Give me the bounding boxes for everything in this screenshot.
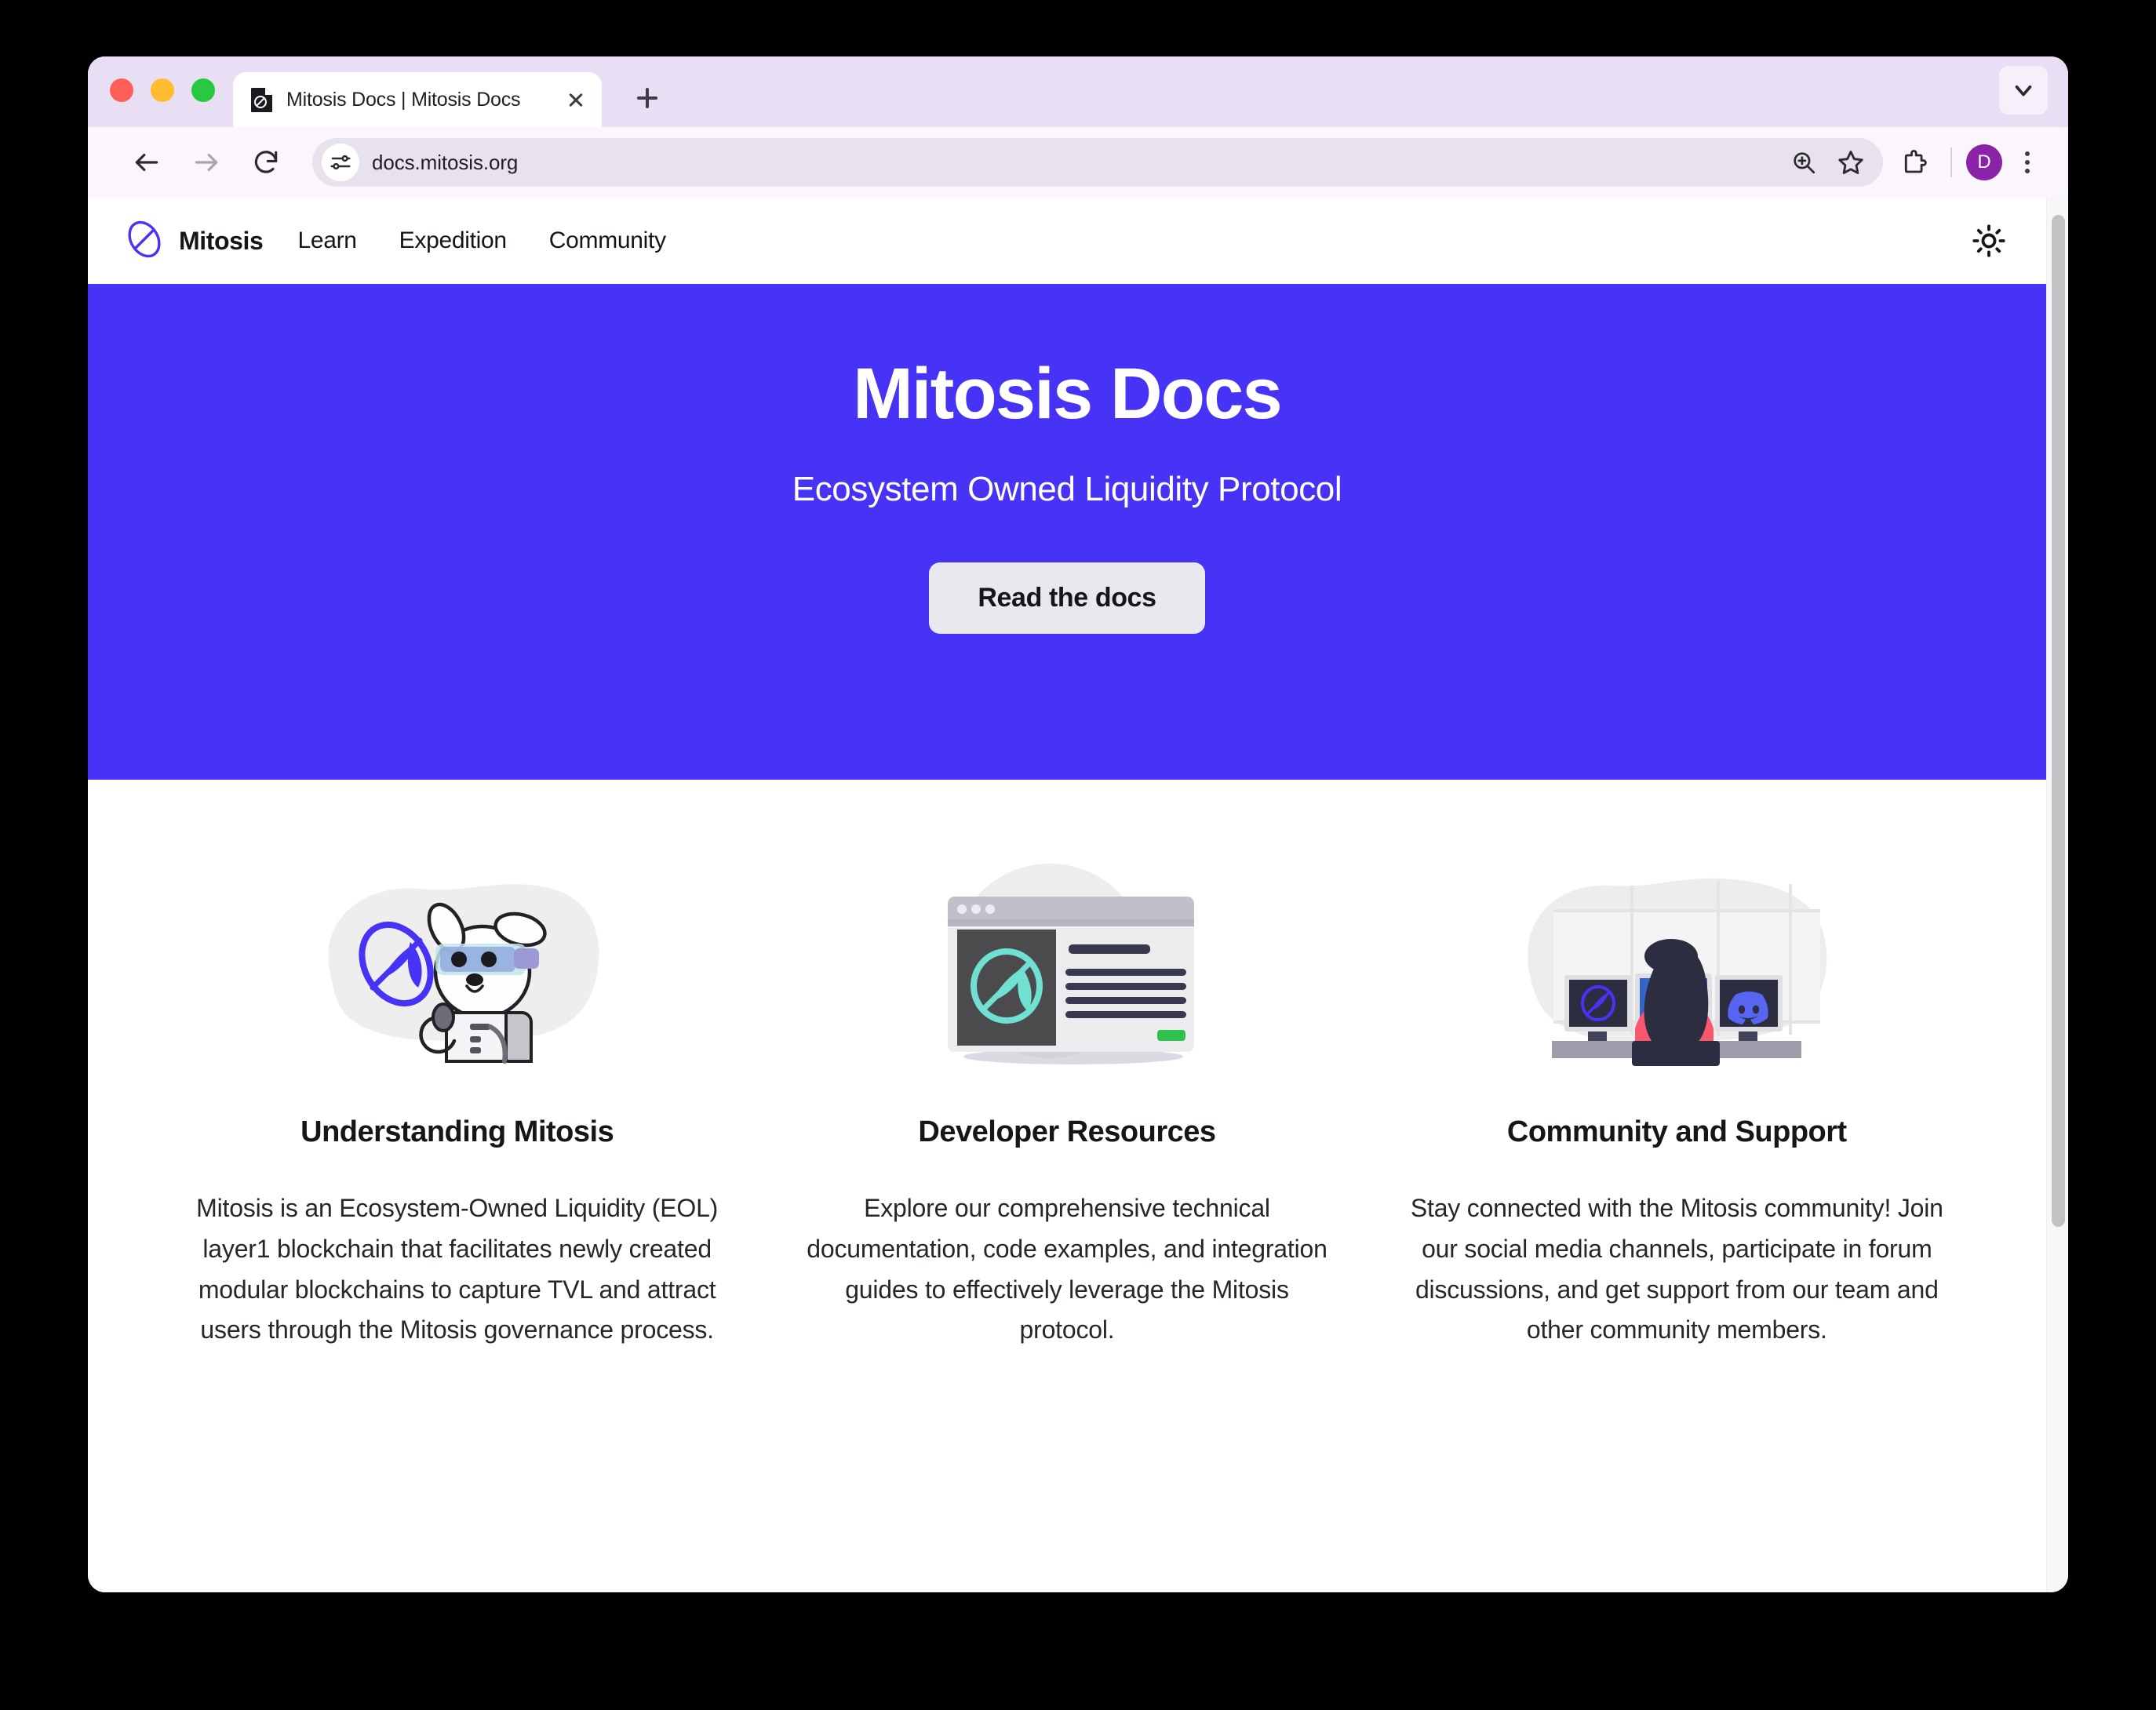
- site-header: Mitosis Learn Expedition Community: [88, 198, 2046, 284]
- arrow-left-icon[interactable]: [122, 138, 171, 187]
- feature-card-body: Mitosis is an Ecosystem-Owned Liquidity …: [196, 1194, 719, 1344]
- browser-window: Mitosis Docs | Mitosis Docs docs.mitosis…: [88, 56, 2068, 1592]
- tune-settings-icon[interactable]: [322, 144, 359, 181]
- page-title: Mitosis Docs: [853, 354, 1283, 434]
- nav-item-community[interactable]: Community: [549, 227, 666, 254]
- browser-tab[interactable]: Mitosis Docs | Mitosis Docs: [233, 72, 602, 127]
- feature-card-developer-resources: Developer Resources Explore our comprehe…: [776, 852, 1357, 1351]
- read-the-docs-button[interactable]: Read the docs: [929, 562, 1205, 634]
- reload-icon[interactable]: [242, 138, 290, 187]
- page-viewport: Mitosis Learn Expedition Community Mitos…: [88, 198, 2068, 1592]
- site-nav: Learn Expedition Community: [297, 227, 666, 254]
- address-bar-actions: [1783, 141, 1872, 184]
- mitosis-logo-icon: [124, 219, 165, 264]
- puzzle-piece-icon[interactable]: [1894, 141, 1936, 184]
- window-traffic-lights: [110, 78, 215, 102]
- document-icon: [250, 87, 274, 112]
- plus-icon[interactable]: [629, 80, 665, 116]
- hero-section: Mitosis Docs Ecosystem Owned Liquidity P…: [88, 284, 2046, 780]
- address-bar[interactable]: docs.mitosis.org: [312, 138, 1883, 187]
- dog-mascot-vr-goggles-illustration: [166, 852, 748, 1071]
- arrow-right-icon[interactable]: [182, 138, 231, 187]
- three-dots-vertical-icon[interactable]: [2005, 140, 2049, 184]
- feature-card-title: Community and Support: [1506, 1115, 1847, 1148]
- avatar[interactable]: D: [1966, 144, 2002, 180]
- maximize-window-button[interactable]: [191, 78, 215, 102]
- tab-strip: Mitosis Docs | Mitosis Docs: [88, 56, 2068, 127]
- minimize-window-button[interactable]: [151, 78, 174, 102]
- sun-icon[interactable]: [1966, 218, 2012, 264]
- chevron-down-icon[interactable]: [1999, 66, 2048, 115]
- page-content: Mitosis Learn Expedition Community Mitos…: [88, 198, 2046, 1592]
- feature-card-title: Developer Resources: [918, 1115, 1216, 1148]
- close-icon[interactable]: [564, 88, 588, 111]
- feature-card-understanding-mitosis: Understanding Mitosis Mitosis is an Ecos…: [166, 852, 748, 1351]
- browser-window-documentation-illustration: [776, 852, 1357, 1071]
- page-scrollbar-thumb[interactable]: [2052, 215, 2065, 1227]
- toolbar-right-actions: D: [1894, 140, 2049, 184]
- page-scrollbar[interactable]: [2046, 198, 2068, 1592]
- browser-tab-title: Mitosis Docs | Mitosis Docs: [286, 88, 521, 111]
- zoom-in-icon[interactable]: [1783, 141, 1825, 184]
- close-window-button[interactable]: [110, 78, 133, 102]
- feature-card-title: Understanding Mitosis: [300, 1115, 614, 1148]
- brand-home-link[interactable]: Mitosis: [124, 219, 264, 264]
- hero-subtitle: Ecosystem Owned Liquidity Protocol: [792, 469, 1342, 508]
- nav-item-learn[interactable]: Learn: [297, 227, 357, 254]
- feature-card-community-and-support: Community and Support Stay connected wit…: [1386, 852, 1968, 1351]
- star-icon[interactable]: [1830, 141, 1872, 184]
- brand-name: Mitosis: [179, 226, 264, 255]
- feature-card-body: Stay connected with the Mitosis communit…: [1410, 1194, 1943, 1344]
- toolbar-divider: [1950, 147, 1952, 177]
- feature-cards-section: Understanding Mitosis Mitosis is an Ecos…: [88, 780, 2046, 1352]
- feature-card-body: Explore our comprehensive technical docu…: [807, 1194, 1327, 1344]
- nav-item-expedition[interactable]: Expedition: [399, 227, 507, 254]
- address-bar-url[interactable]: docs.mitosis.org: [372, 151, 1770, 175]
- browser-toolbar: docs.mitosis.org D: [88, 127, 2068, 198]
- person-at-monitors-discord-illustration: [1386, 852, 1968, 1071]
